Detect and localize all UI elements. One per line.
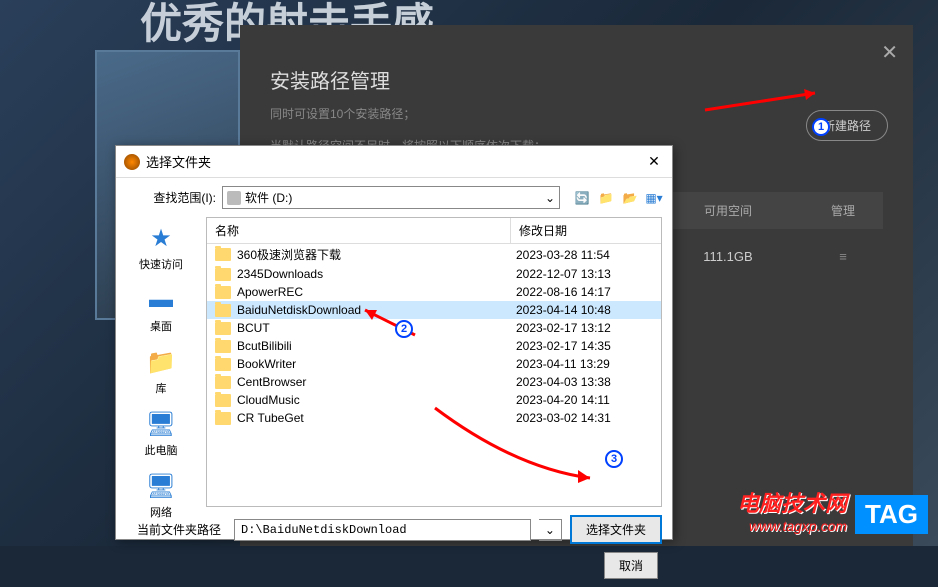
watermark-url: www.tagxp.com (737, 518, 847, 534)
sidebar-item[interactable]: 📁库 (145, 346, 177, 396)
path-dropdown-icon[interactable]: ⌄ (539, 519, 562, 541)
chevron-down-icon: ⌄ (545, 191, 555, 205)
row-space: 111.1GB (653, 249, 803, 264)
folder-icon (215, 358, 231, 371)
sidebar-icon: ▬ (145, 284, 177, 316)
folder-row[interactable]: ApowerREC2022-08-16 14:17 (207, 283, 661, 301)
view-icon[interactable]: ▦▾ (646, 190, 662, 206)
folder-row[interactable]: BookWriter2023-04-11 13:29 (207, 355, 661, 373)
folder-date: 2023-04-03 13:38 (508, 375, 653, 389)
folder-icon (215, 394, 231, 407)
folder-row[interactable]: BcutBilibili2023-02-17 14:35 (207, 337, 661, 355)
folder-icon (215, 376, 231, 389)
back-icon[interactable]: 🔄 (574, 190, 590, 206)
sidebar-label: 此电脑 (145, 442, 178, 458)
up-folder-icon[interactable]: 📁 (598, 190, 614, 206)
folder-date: 2023-02-17 13:12 (508, 321, 653, 335)
dialog-sidebar: ★快速访问▬桌面📁库🖥此电脑🖥网络 (116, 217, 206, 507)
folder-date: 2022-08-16 14:17 (508, 285, 653, 299)
list-header: 名称 修改日期 (207, 218, 661, 244)
watermark: 电脑技术网 www.tagxp.com TAG (737, 486, 928, 534)
folder-row[interactable]: 2345Downloads2022-12-07 13:13 (207, 265, 661, 283)
folder-date: 2023-03-28 11:54 (508, 248, 653, 262)
dialog-title: 选择文件夹 (146, 152, 644, 171)
folder-date: 2023-04-14 10:48 (508, 303, 653, 317)
dialog-close-icon[interactable]: ✕ (644, 153, 664, 170)
range-label: 查找范围(I): (126, 189, 216, 206)
annotation-badge-3: 3 (605, 450, 623, 468)
col-date[interactable]: 修改日期 (511, 218, 661, 243)
sidebar-label: 快速访问 (139, 256, 183, 272)
cancel-button[interactable]: 取消 (604, 552, 658, 579)
sidebar-item[interactable]: 🖥 网络 (145, 470, 177, 520)
close-icon[interactable]: ✕ (881, 40, 898, 65)
col-name[interactable]: 名称 (207, 218, 511, 243)
folder-date: 2023-02-17 14:35 (508, 339, 653, 353)
sidebar-icon: 🖥 (145, 408, 177, 440)
annotation-arrow-1 (700, 85, 830, 115)
folder-icon (215, 340, 231, 353)
folder-row[interactable]: BaiduNetdiskDownload2023-04-14 10:48 (207, 301, 661, 319)
folder-icon (215, 304, 231, 317)
folder-row[interactable]: BCUT2023-02-17 13:12 (207, 319, 661, 337)
folder-row[interactable]: 360极速浏览器下载2023-03-28 11:54 (207, 244, 661, 265)
annotation-arrow-2 (355, 305, 425, 345)
folder-name: CentBrowser (237, 375, 508, 389)
folder-date: 2023-04-11 13:29 (508, 357, 653, 371)
drive-name: 软件 (D:) (245, 189, 292, 206)
folder-icon (215, 412, 231, 425)
folder-icon (215, 286, 231, 299)
annotation-badge-2: 2 (395, 320, 413, 338)
folder-icon (215, 248, 231, 261)
folder-icon (215, 322, 231, 335)
folder-row[interactable]: CentBrowser2023-04-03 13:38 (207, 373, 661, 391)
dialog-titlebar: 选择文件夹 ✕ (116, 146, 672, 178)
drive-icon (227, 191, 241, 205)
watermark-tag: TAG (855, 495, 928, 534)
sidebar-label: 网络 (150, 504, 172, 520)
drive-select[interactable]: 软件 (D:) ⌄ (222, 186, 560, 209)
dialog-app-icon (124, 154, 140, 170)
annotation-badge-1: 1 (812, 118, 830, 136)
sidebar-item[interactable]: 🖥 此电脑 (145, 408, 178, 458)
row-manage-icon[interactable]: ≡ (803, 249, 883, 264)
path-input[interactable] (234, 519, 531, 541)
folder-date: 2022-12-07 13:13 (508, 267, 653, 281)
folder-name: BookWriter (237, 357, 508, 371)
sidebar-icon: ★ (145, 222, 177, 254)
folder-name: ApowerREC (237, 285, 508, 299)
sidebar-item[interactable]: ▬ 桌面 (145, 284, 177, 334)
watermark-cn: 电脑技术网 (737, 486, 847, 518)
sidebar-icon: 📁 (145, 346, 177, 378)
new-folder-icon[interactable]: 📂 (622, 190, 638, 206)
path-label: 当前文件夹路径 (126, 521, 226, 538)
annotation-arrow-3 (425, 398, 605, 488)
folder-name: 360极速浏览器下载 (237, 246, 508, 263)
sidebar-label: 桌面 (150, 318, 172, 334)
dialog-toolbar: 查找范围(I): 软件 (D:) ⌄ 🔄 📁 📂 ▦▾ (116, 178, 672, 217)
sidebar-item[interactable]: ★ 快速访问 (139, 222, 183, 272)
folder-name: 2345Downloads (237, 267, 508, 281)
sidebar-label: 库 (156, 380, 167, 396)
th-space: 可用空间 (653, 202, 803, 219)
th-manage: 管理 (803, 202, 883, 219)
sidebar-icon: 🖥 (145, 470, 177, 502)
folder-icon (215, 268, 231, 281)
select-folder-button[interactable]: 选择文件夹 (570, 515, 662, 544)
